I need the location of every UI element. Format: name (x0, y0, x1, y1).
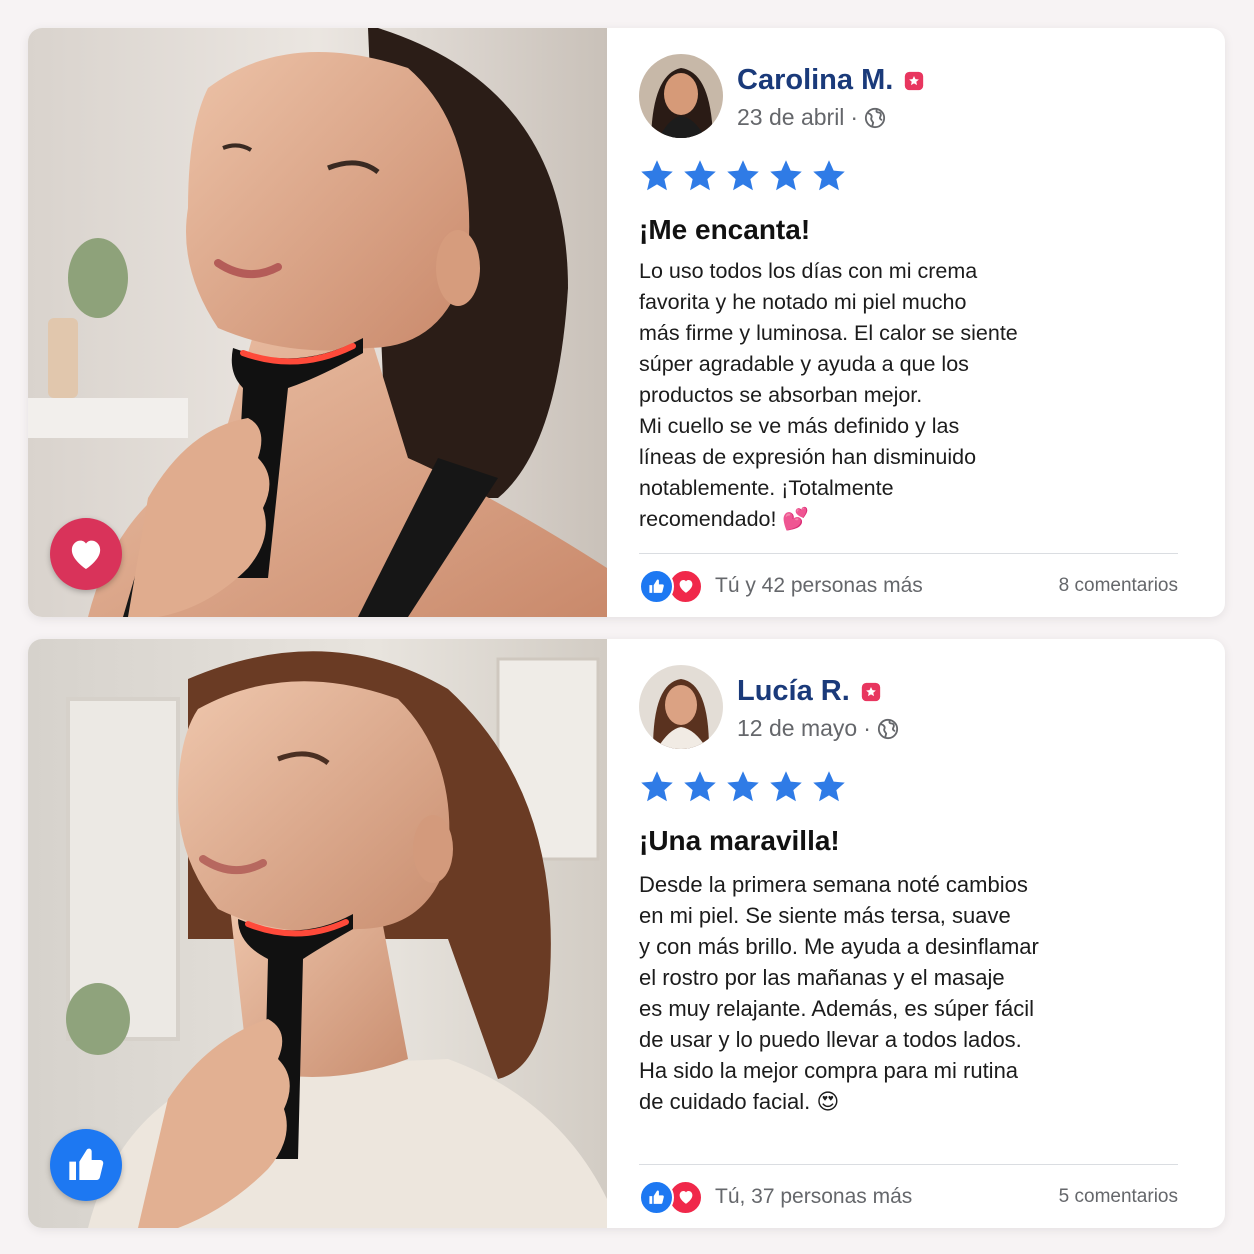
divider (639, 1164, 1178, 1165)
post-meta: 12 de mayo · (737, 715, 899, 742)
star-rating (639, 158, 847, 194)
review-title: ¡Me encanta! (639, 214, 811, 245)
like-badge[interactable] (50, 1129, 122, 1201)
reactions-count: Tú, 37 personas más (715, 1185, 913, 1208)
like-reaction-icon (639, 568, 674, 604)
like-reaction-icon (639, 1179, 674, 1215)
reactions-summary[interactable]: Tú y 42 personas más (639, 568, 923, 604)
reviewer-name[interactable]: Lucía R. (737, 675, 882, 708)
star-icon (768, 158, 804, 194)
review-content: Lucía R. 12 de mayo · ¡Una maravilla! De… (639, 639, 1179, 1228)
avatar[interactable] (639, 665, 723, 749)
reactions-summary[interactable]: Tú, 37 personas más (639, 1179, 913, 1215)
comments-count[interactable]: 8 comentarios (1059, 575, 1178, 597)
star-icon (725, 158, 761, 194)
verified-badge-icon (860, 681, 882, 703)
post-date[interactable]: 12 de mayo (737, 715, 857, 742)
reviewer-name[interactable]: Carolina M. (737, 64, 925, 97)
review-photo (28, 639, 607, 1228)
star-icon (768, 769, 804, 805)
heart-badge[interactable] (50, 518, 122, 590)
star-icon (639, 769, 675, 805)
review-title: ¡Una maravilla! (639, 825, 840, 856)
post-meta: 23 de abril · (737, 104, 886, 131)
review-card-lucia: Lucía R. 12 de mayo · ¡Una maravilla! De… (28, 639, 1225, 1228)
reactions-count: Tú y 42 personas más (715, 574, 923, 597)
verified-badge-icon (903, 70, 925, 92)
post-date[interactable]: 23 de abril (737, 104, 844, 131)
globe-icon (877, 718, 899, 740)
review-body: Lo uso todos los días con mi crema favor… (639, 259, 1018, 531)
star-icon (811, 158, 847, 194)
star-icon (682, 769, 718, 805)
star-icon (682, 158, 718, 194)
review-content: Carolina M. 23 de abril · ¡Me encanta! L… (639, 28, 1179, 617)
comments-count[interactable]: 5 comentarios (1059, 1186, 1178, 1208)
meta-separator: · (863, 715, 871, 741)
star-icon (639, 158, 675, 194)
meta-separator: · (850, 104, 859, 130)
review-photo (28, 28, 607, 617)
star-rating (639, 769, 847, 805)
review-card-carolina: Carolina M. 23 de abril · ¡Me encanta! L… (28, 28, 1225, 617)
heart-icon (66, 534, 106, 574)
avatar[interactable] (639, 54, 723, 138)
globe-icon (864, 107, 886, 129)
star-icon (811, 769, 847, 805)
review-body: Desde la primera semana noté cambios en … (639, 872, 1039, 1114)
divider (639, 553, 1178, 554)
star-icon (725, 769, 761, 805)
reactions-bar: Tú, 37 personas más 5 comentarios (639, 1179, 1178, 1215)
reactions-bar: Tú y 42 personas más 8 comentarios (639, 568, 1178, 604)
thumbs-up-icon (66, 1145, 106, 1185)
